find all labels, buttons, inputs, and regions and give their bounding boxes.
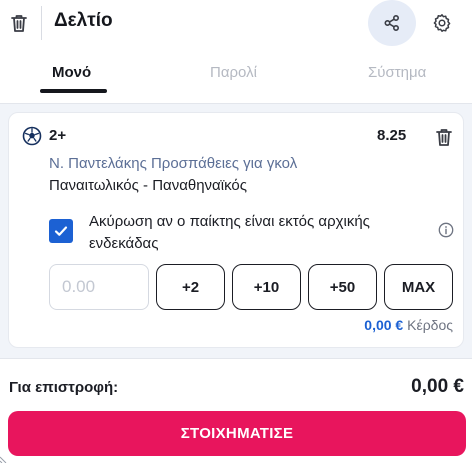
max-stake-button[interactable]: MAX — [384, 264, 453, 310]
selection-name: 2+ — [49, 127, 67, 144]
gear-icon[interactable] — [431, 12, 453, 34]
tab-system[interactable]: Σύστημα — [368, 64, 426, 81]
to-return-value: 0,00 € — [411, 376, 464, 397]
resize-grip-icon[interactable] — [0, 453, 10, 463]
tab-accumulator[interactable]: Παρολί — [210, 64, 257, 81]
checkmark-icon — [54, 226, 68, 236]
place-bet-button[interactable]: ΣΤΟΙΧΗΜΑΤΙΣΕ — [8, 411, 466, 456]
info-icon[interactable] — [438, 222, 454, 238]
tab-single[interactable]: Μονό — [52, 64, 91, 81]
odds-value: 8.25 — [377, 127, 407, 144]
header-divider — [41, 6, 42, 40]
bet-card: 2+ 8.25 Ν. Παντελάκης Προσπάθειες για γκ… — [8, 112, 464, 348]
trash-icon[interactable] — [8, 12, 30, 34]
page-title: Δελτίο — [54, 10, 113, 31]
potential-return: 0,00 € Κέρδος — [364, 317, 453, 333]
to-return-label: Για επιστροφή: — [9, 379, 119, 396]
potential-return-value: 0,00 € — [364, 317, 404, 333]
void-option-checkbox[interactable] — [49, 219, 73, 243]
stake-input[interactable] — [49, 264, 149, 310]
quick-stake-2-button[interactable]: +2 — [156, 264, 225, 310]
bet-type-tabs: Μονό Παρολί Σύστημα — [0, 54, 472, 104]
quick-stake-50-button[interactable]: +50 — [308, 264, 377, 310]
betslip-header: Δελτίο Μονό Παρολί Σύστημα — [0, 0, 472, 104]
void-option-label: Ακύρωση αν ο παίκτης είναι εκτός αρχικής… — [89, 213, 370, 252]
event-name: Παναιτωλικός - Παναθηναϊκός — [49, 177, 247, 194]
soccer-ball-icon — [22, 126, 42, 146]
betslip-footer: Για επιστροφή: 0,00 € ΣΤΟΙΧΗΜΑΤΙΣΕ — [0, 358, 472, 463]
trash-icon[interactable] — [433, 126, 455, 148]
market-name: Ν. Παντελάκης Προσπάθειες για γκολ — [49, 155, 298, 172]
active-tab-indicator — [40, 89, 107, 93]
share-button[interactable] — [368, 0, 416, 46]
potential-return-label: Κέρδος — [407, 317, 453, 333]
quick-stake-10-button[interactable]: +10 — [232, 264, 301, 310]
share-icon — [384, 14, 400, 32]
